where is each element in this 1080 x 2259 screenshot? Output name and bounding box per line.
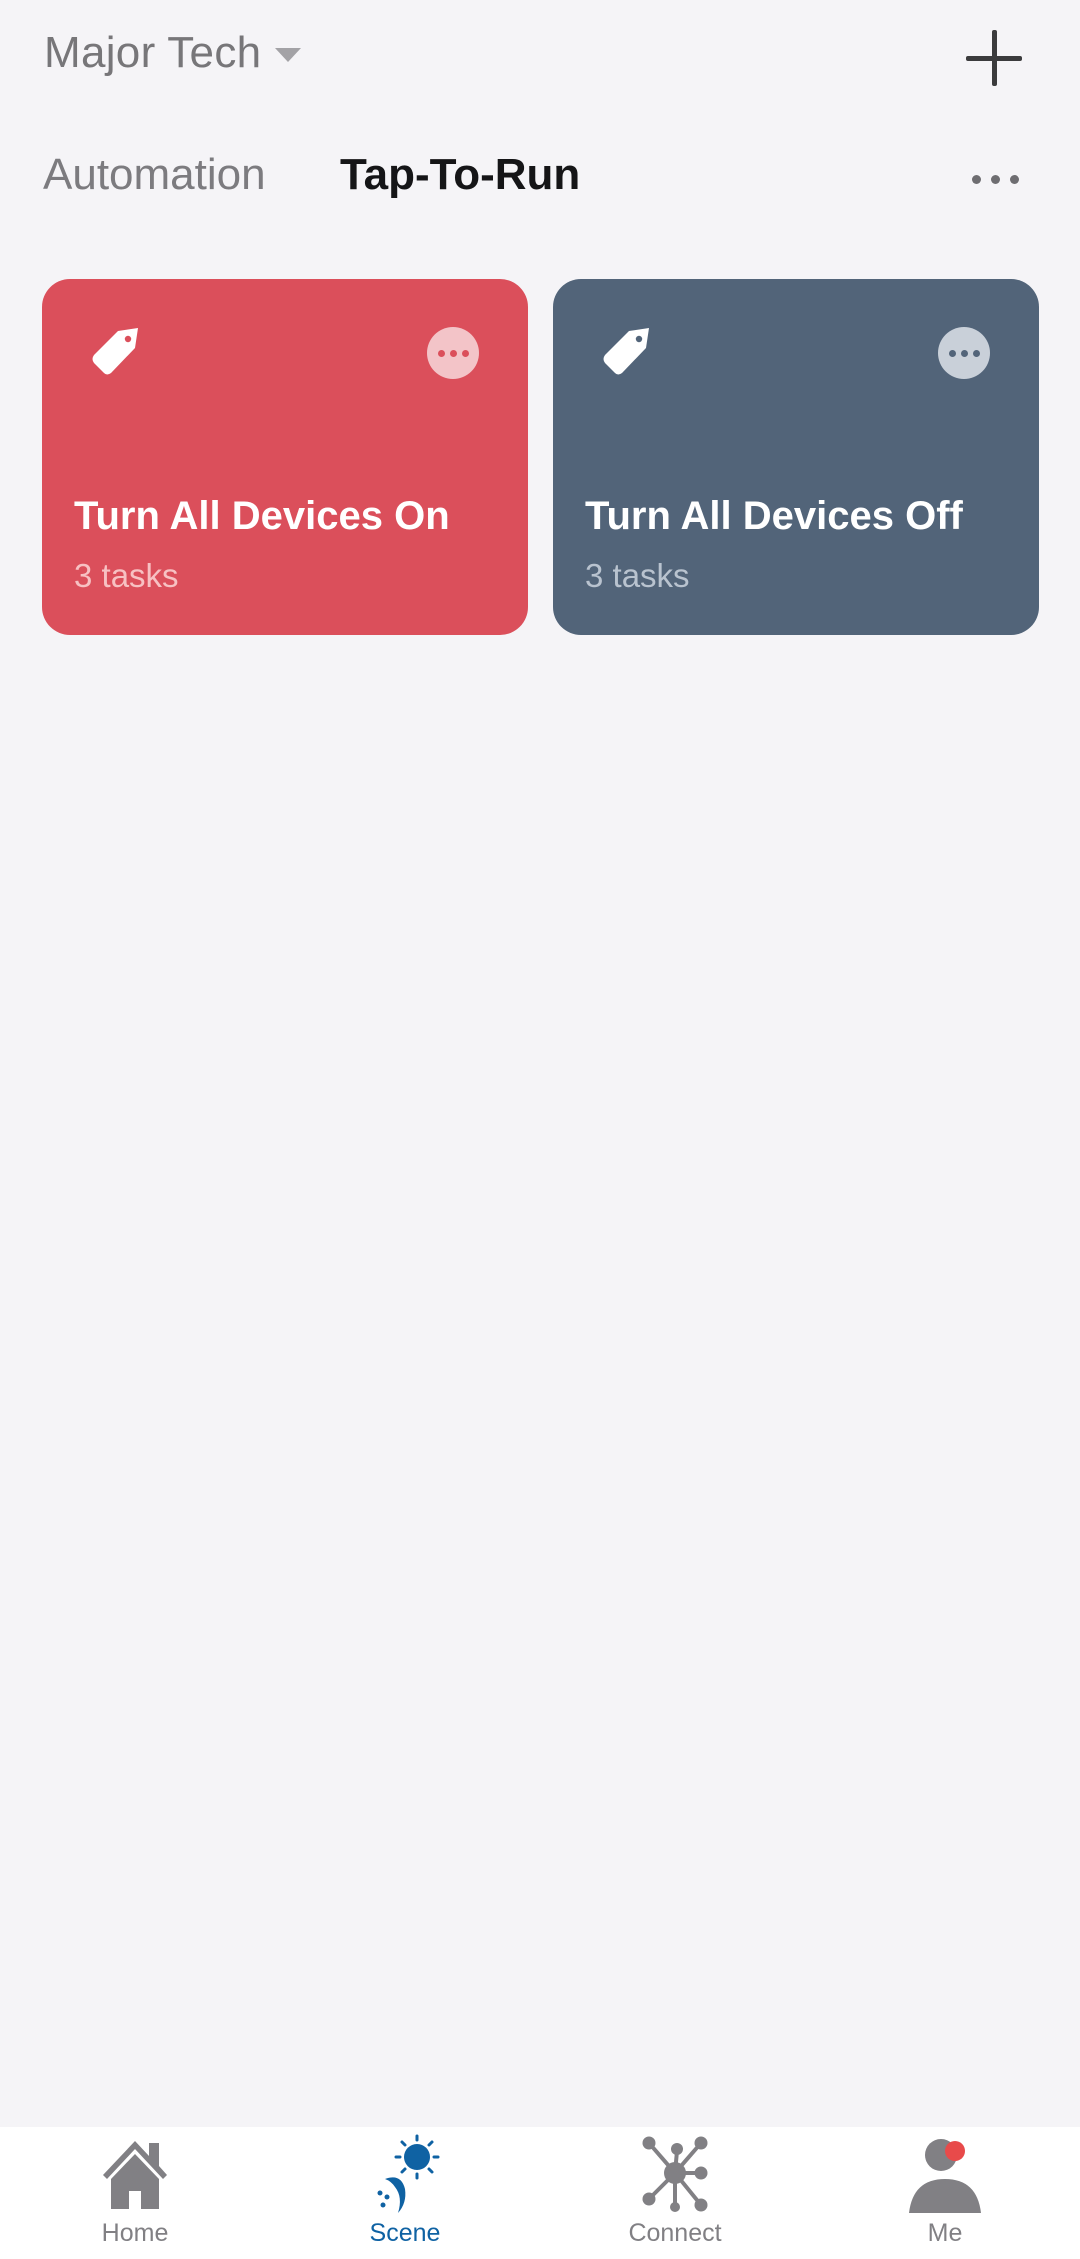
- profile-icon: [909, 2139, 981, 2213]
- scene-icon: [377, 2134, 440, 2213]
- scene-title: Turn All Devices On: [74, 494, 450, 538]
- nav-label: Home: [101, 2219, 169, 2247]
- scene-card-turn-all-on[interactable]: Turn All Devices On 3 tasks: [42, 279, 528, 635]
- bottom-navigation: Home Scene Connect Me: [0, 2127, 1080, 2259]
- tab-automation[interactable]: Automation: [43, 150, 266, 200]
- connect-icon: [642, 2136, 708, 2212]
- scene-task-count: 3 tasks: [585, 557, 690, 594]
- add-scene-button plus-icon[interactable]: [966, 30, 1022, 86]
- scene-card-turn-all-off[interactable]: Turn All Devices Off 3 tasks: [553, 279, 1039, 635]
- nav-label: Connect: [628, 2219, 722, 2247]
- home-icon: [103, 2141, 167, 2209]
- tag-icon: [92, 328, 138, 375]
- nav-label: Scene: [369, 2219, 441, 2247]
- tab-tap-to-run[interactable]: Tap-To-Run: [340, 150, 580, 200]
- nav-home[interactable]: Home: [0, 2127, 270, 2259]
- scene-more-button[interactable]: [427, 327, 479, 379]
- scene-task-count: 3 tasks: [74, 557, 179, 594]
- notification-badge: [945, 2141, 965, 2161]
- home-selector[interactable]: Major Tech: [44, 28, 302, 78]
- scene-title: Turn All Devices Off: [585, 494, 963, 538]
- scene-tabs: Automation Tap-To-Run: [0, 150, 1080, 210]
- nav-scene[interactable]: Scene: [270, 2127, 540, 2259]
- top-bar: Major Tech: [0, 0, 1080, 120]
- tag-icon: [603, 328, 649, 375]
- nav-me[interactable]: Me: [810, 2127, 1080, 2259]
- nav-connect[interactable]: Connect: [540, 2127, 810, 2259]
- dropdown-caret-icon: [275, 48, 302, 62]
- scene-more-button[interactable]: [938, 327, 990, 379]
- nav-label: Me: [927, 2219, 963, 2247]
- more-options-icon[interactable]: [972, 175, 1019, 184]
- home-name: Major Tech: [44, 28, 262, 77]
